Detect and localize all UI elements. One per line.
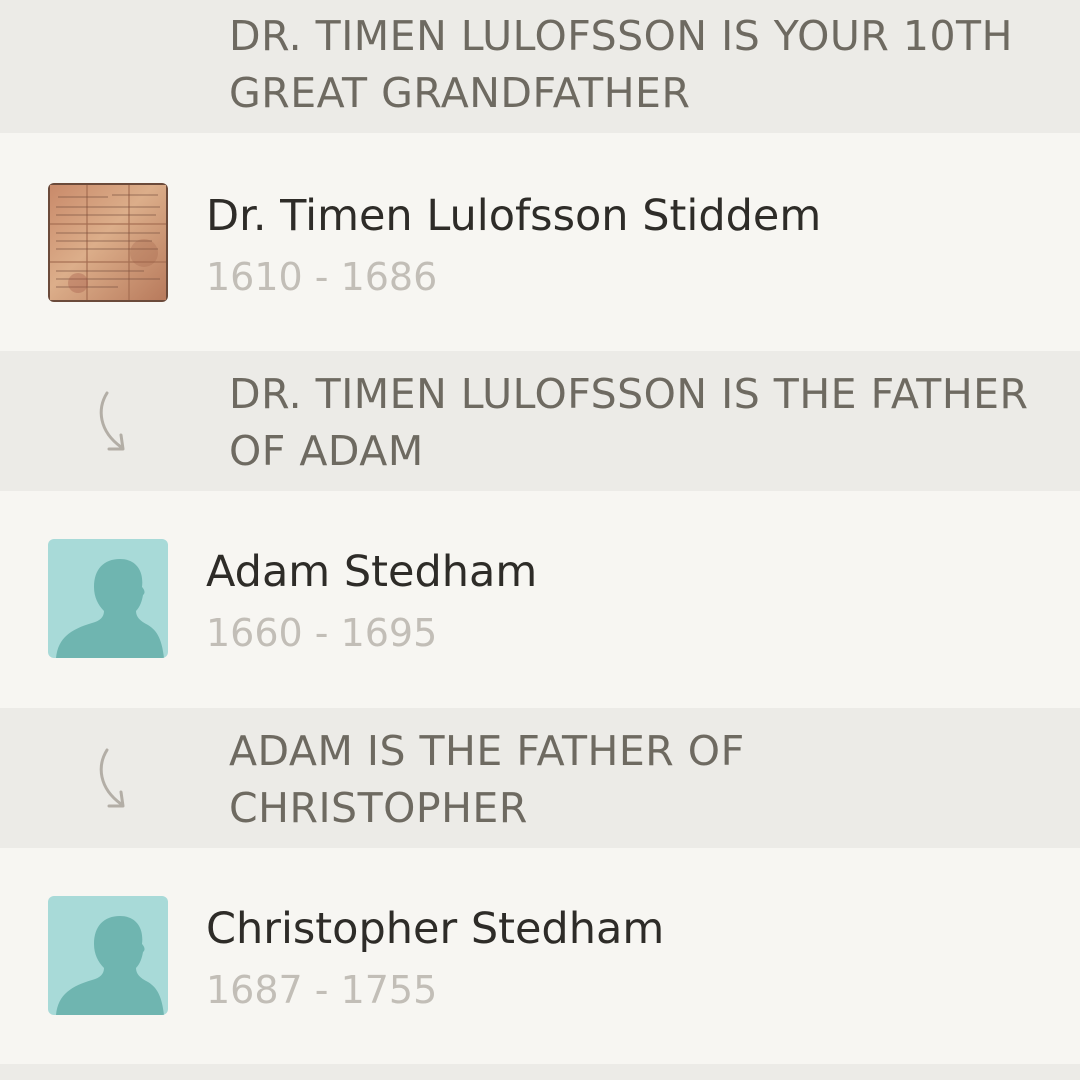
divider bbox=[0, 1064, 1080, 1080]
silhouette-icon bbox=[56, 916, 164, 1015]
person-name[interactable]: Adam Stedham bbox=[206, 547, 537, 597]
relationship-text: DR. TIMEN LULOFSSON IS THE FATHER OF ADA… bbox=[229, 370, 1029, 475]
person-dates: 1687 - 1755 bbox=[206, 968, 438, 1012]
person-row-christopher[interactable]: Christopher Stedham 1687 - 1755 bbox=[0, 848, 1080, 1064]
person-dates: 1660 - 1695 bbox=[206, 611, 438, 655]
avatar[interactable] bbox=[48, 896, 168, 1015]
silhouette-icon bbox=[56, 559, 164, 658]
person-name[interactable]: Dr. Timen Lulofsson Stiddem bbox=[206, 191, 821, 241]
curved-arrow-down-icon bbox=[99, 391, 125, 451]
relationship-link: DR. TIMEN LULOFSSON IS THE FATHER OF ADA… bbox=[0, 351, 1080, 491]
person-row-timen[interactable]: Dr. Timen Lulofsson Stiddem 1610 - 1686 bbox=[0, 133, 1080, 351]
curved-arrow-down-icon bbox=[99, 748, 125, 808]
relationship-title: DR. TIMEN LULOFSSON IS YOUR 10TH GREAT G… bbox=[229, 12, 1013, 117]
person-row-adam[interactable]: Adam Stedham 1660 - 1695 bbox=[0, 491, 1080, 708]
relationship-link: ADAM IS THE FATHER OF CHRISTOPHER bbox=[0, 708, 1080, 848]
document-photo-icon bbox=[48, 183, 168, 302]
document-photo-thumbnail[interactable] bbox=[48, 183, 168, 302]
avatar[interactable] bbox=[48, 539, 168, 658]
person-dates: 1610 - 1686 bbox=[206, 255, 438, 299]
relationship-header: DR. TIMEN LULOFSSON IS YOUR 10TH GREAT G… bbox=[0, 0, 1080, 133]
relationship-text: ADAM IS THE FATHER OF CHRISTOPHER bbox=[229, 727, 745, 832]
person-name[interactable]: Christopher Stedham bbox=[206, 904, 664, 954]
